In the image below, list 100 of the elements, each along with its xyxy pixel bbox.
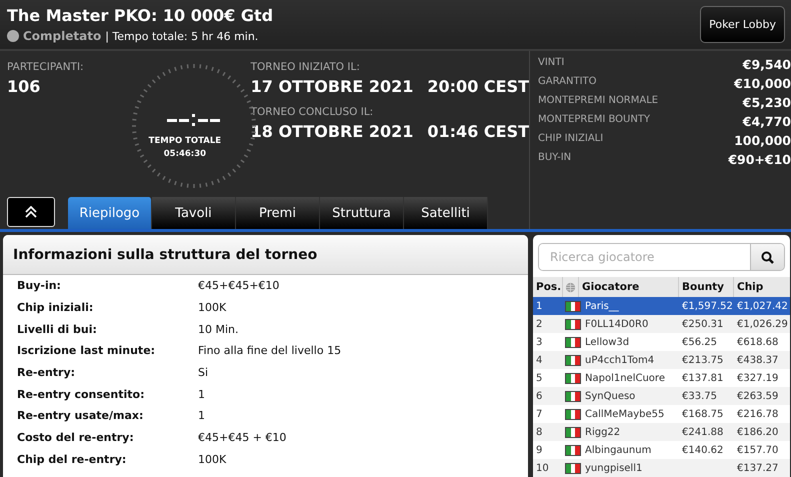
prize-label: MONTEPREMI NORMALE — [538, 95, 658, 108]
search-icon — [761, 250, 774, 264]
player-row[interactable]: 2 F0LL14D0R0 €250.31 €1,026.29 — [533, 315, 790, 333]
participants-value: 106 — [7, 77, 42, 96]
double-chevron-up-icon — [24, 206, 38, 218]
flag-icon — [565, 372, 581, 384]
total-time-text: | Tempo totale: 5 hr 46 min. — [105, 30, 258, 42]
info-label: Re-entry consentito: — [17, 388, 146, 401]
player-name-cell-text: Rigg22 — [584, 426, 622, 438]
player-name-cell-text: Paris__ — [584, 300, 620, 312]
player-name-cell-text: uP4cch1Tom4 — [584, 354, 656, 366]
chip-cell-text: €618.68 — [736, 336, 780, 348]
bounty-cell-text: €140.62 — [681, 444, 724, 456]
info-value: 100K — [198, 301, 226, 314]
bounty-cell-text: €213.75 — [681, 354, 724, 366]
info-label: Iscrizione last minute: — [17, 344, 156, 358]
info-label: Chip iniziali: — [17, 301, 94, 314]
tab[interactable]: Tavoli — [152, 197, 236, 229]
bounty-cell-text: €56.25 — [681, 336, 718, 348]
flag-icon — [565, 354, 581, 366]
tab[interactable]: Riepilogo — [68, 197, 152, 229]
status-dot — [7, 30, 19, 42]
prize-label: BUY-IN — [538, 152, 572, 165]
clock-label: TEMPO TOTALE — [148, 136, 222, 146]
search-field[interactable]: Ricerca giocatore — [538, 243, 785, 271]
position-cell-text: 7 — [535, 408, 544, 420]
info-label: Re-entry usate/max: — [17, 409, 144, 422]
player-name-cell-text: yungpisell1 — [584, 462, 644, 474]
position-cell-text: 3 — [535, 336, 544, 348]
flag-icon — [565, 444, 581, 456]
clock-time: 05:46:30 — [164, 149, 206, 159]
position-cell-text: 10 — [535, 462, 550, 474]
info-label: Chip del re-entry: — [17, 452, 128, 466]
player-name-cell-text: SynQueso — [584, 390, 636, 402]
prize-label: VINTI — [538, 57, 564, 70]
prize-value: €9,540 — [742, 57, 791, 72]
bounty-cell-text: €250.31 — [681, 318, 724, 330]
position-cell-text: 2 — [535, 318, 544, 330]
chip-cell-text: €263.59 — [736, 390, 780, 402]
search-button[interactable] — [750, 244, 784, 270]
position-cell-text: 5 — [535, 372, 544, 384]
info-value: 100K — [198, 452, 226, 466]
bounty-cell-text: €1,597.52 — [681, 300, 734, 312]
player-row[interactable]: 8 Rigg22 €241.88 €186.20 — [533, 423, 790, 441]
date-value: 17 OTTOBRE 2021 — [250, 77, 414, 96]
prize-value: 100,000 — [734, 133, 791, 148]
info-value: 10 Min. — [198, 322, 239, 336]
bounty-cell-text: €241.88 — [681, 426, 724, 438]
prize-label: MONTEPREMI BOUNTY — [538, 114, 650, 127]
info-value: 1 — [198, 388, 205, 401]
tab[interactable]: Satelliti — [404, 197, 488, 229]
chip-cell-text: €438.37 — [736, 354, 780, 366]
column-header: Giocatore — [579, 277, 679, 297]
time-value: 20:00 CEST — [427, 77, 529, 96]
bounty-cell-text: €33.75 — [681, 390, 718, 402]
flag-icon — [565, 300, 581, 312]
prize-value: €4,770 — [742, 114, 791, 129]
tab[interactable]: Premi — [236, 197, 320, 229]
bounty-cell-text: €168.75 — [681, 408, 724, 420]
info-value: Fino alla fine del livello 15 — [198, 344, 342, 358]
flag-icon — [565, 336, 581, 348]
player-name-cell-text: Napol1nelCuore — [584, 372, 666, 384]
date-value: 18 OTTOBRE 2021 — [250, 122, 414, 141]
info-label: Livelli di bui: — [17, 322, 98, 336]
player-row[interactable]: 10 yungpisell1 €137.27 — [533, 459, 790, 477]
prize-value: €10,000 — [734, 76, 791, 91]
position-cell-text: 4 — [535, 354, 544, 366]
poker-lobby-button[interactable]: Poker Lobby — [700, 6, 785, 43]
info-label: Buy-in: — [17, 279, 62, 292]
prize-label: GARANTITO — [538, 76, 596, 89]
chip-cell-text: €216.78 — [736, 408, 780, 420]
flag-icon — [565, 408, 581, 420]
tournament-title: The Master PKO: 10 000€ Gtd — [7, 6, 274, 25]
info-label: Re-entry: — [17, 366, 76, 380]
chip-cell-text: €157.70 — [736, 444, 780, 456]
date-label: TORNEO CONCLUSO IL: — [250, 106, 374, 118]
player-name-cell-text: Albingaunum — [584, 444, 652, 456]
tab[interactable]: Struttura — [320, 197, 404, 229]
player-row[interactable]: 1 Paris__ €1,597.52 €1,027.42 — [533, 297, 790, 315]
info-value: €45+€45+€10 — [198, 279, 280, 292]
bounty-cell-text: €137.81 — [681, 372, 724, 384]
player-row[interactable]: 4 uP4cch1Tom4 €213.75 €438.37 — [533, 351, 790, 369]
position-cell-text: 1 — [535, 300, 544, 312]
status-text: Completato — [23, 29, 102, 43]
prize-value: €5,230 — [742, 95, 791, 110]
position-cell-text: 6 — [535, 390, 544, 402]
flag-icon — [565, 318, 581, 330]
prize-label: CHIP INIZIALI — [538, 133, 604, 146]
player-name-cell-text: Lellow3d — [584, 336, 630, 348]
column-header: Bounty — [679, 277, 734, 297]
chip-cell-text: €137.27 — [736, 462, 780, 474]
chip-cell-text: €327.19 — [736, 372, 780, 384]
player-name-cell-text: CallMeMaybe55 — [584, 408, 666, 420]
flag-icon — [565, 426, 581, 438]
column-header: Chip — [734, 277, 790, 297]
player-row[interactable]: 6 SynQueso €33.75 €263.59 — [533, 387, 790, 405]
collapse-button[interactable] — [7, 197, 55, 227]
flag-icon — [565, 390, 581, 402]
time-value: 01:46 CEST — [427, 122, 529, 141]
info-value: €45+€45 + €10 — [198, 431, 286, 444]
